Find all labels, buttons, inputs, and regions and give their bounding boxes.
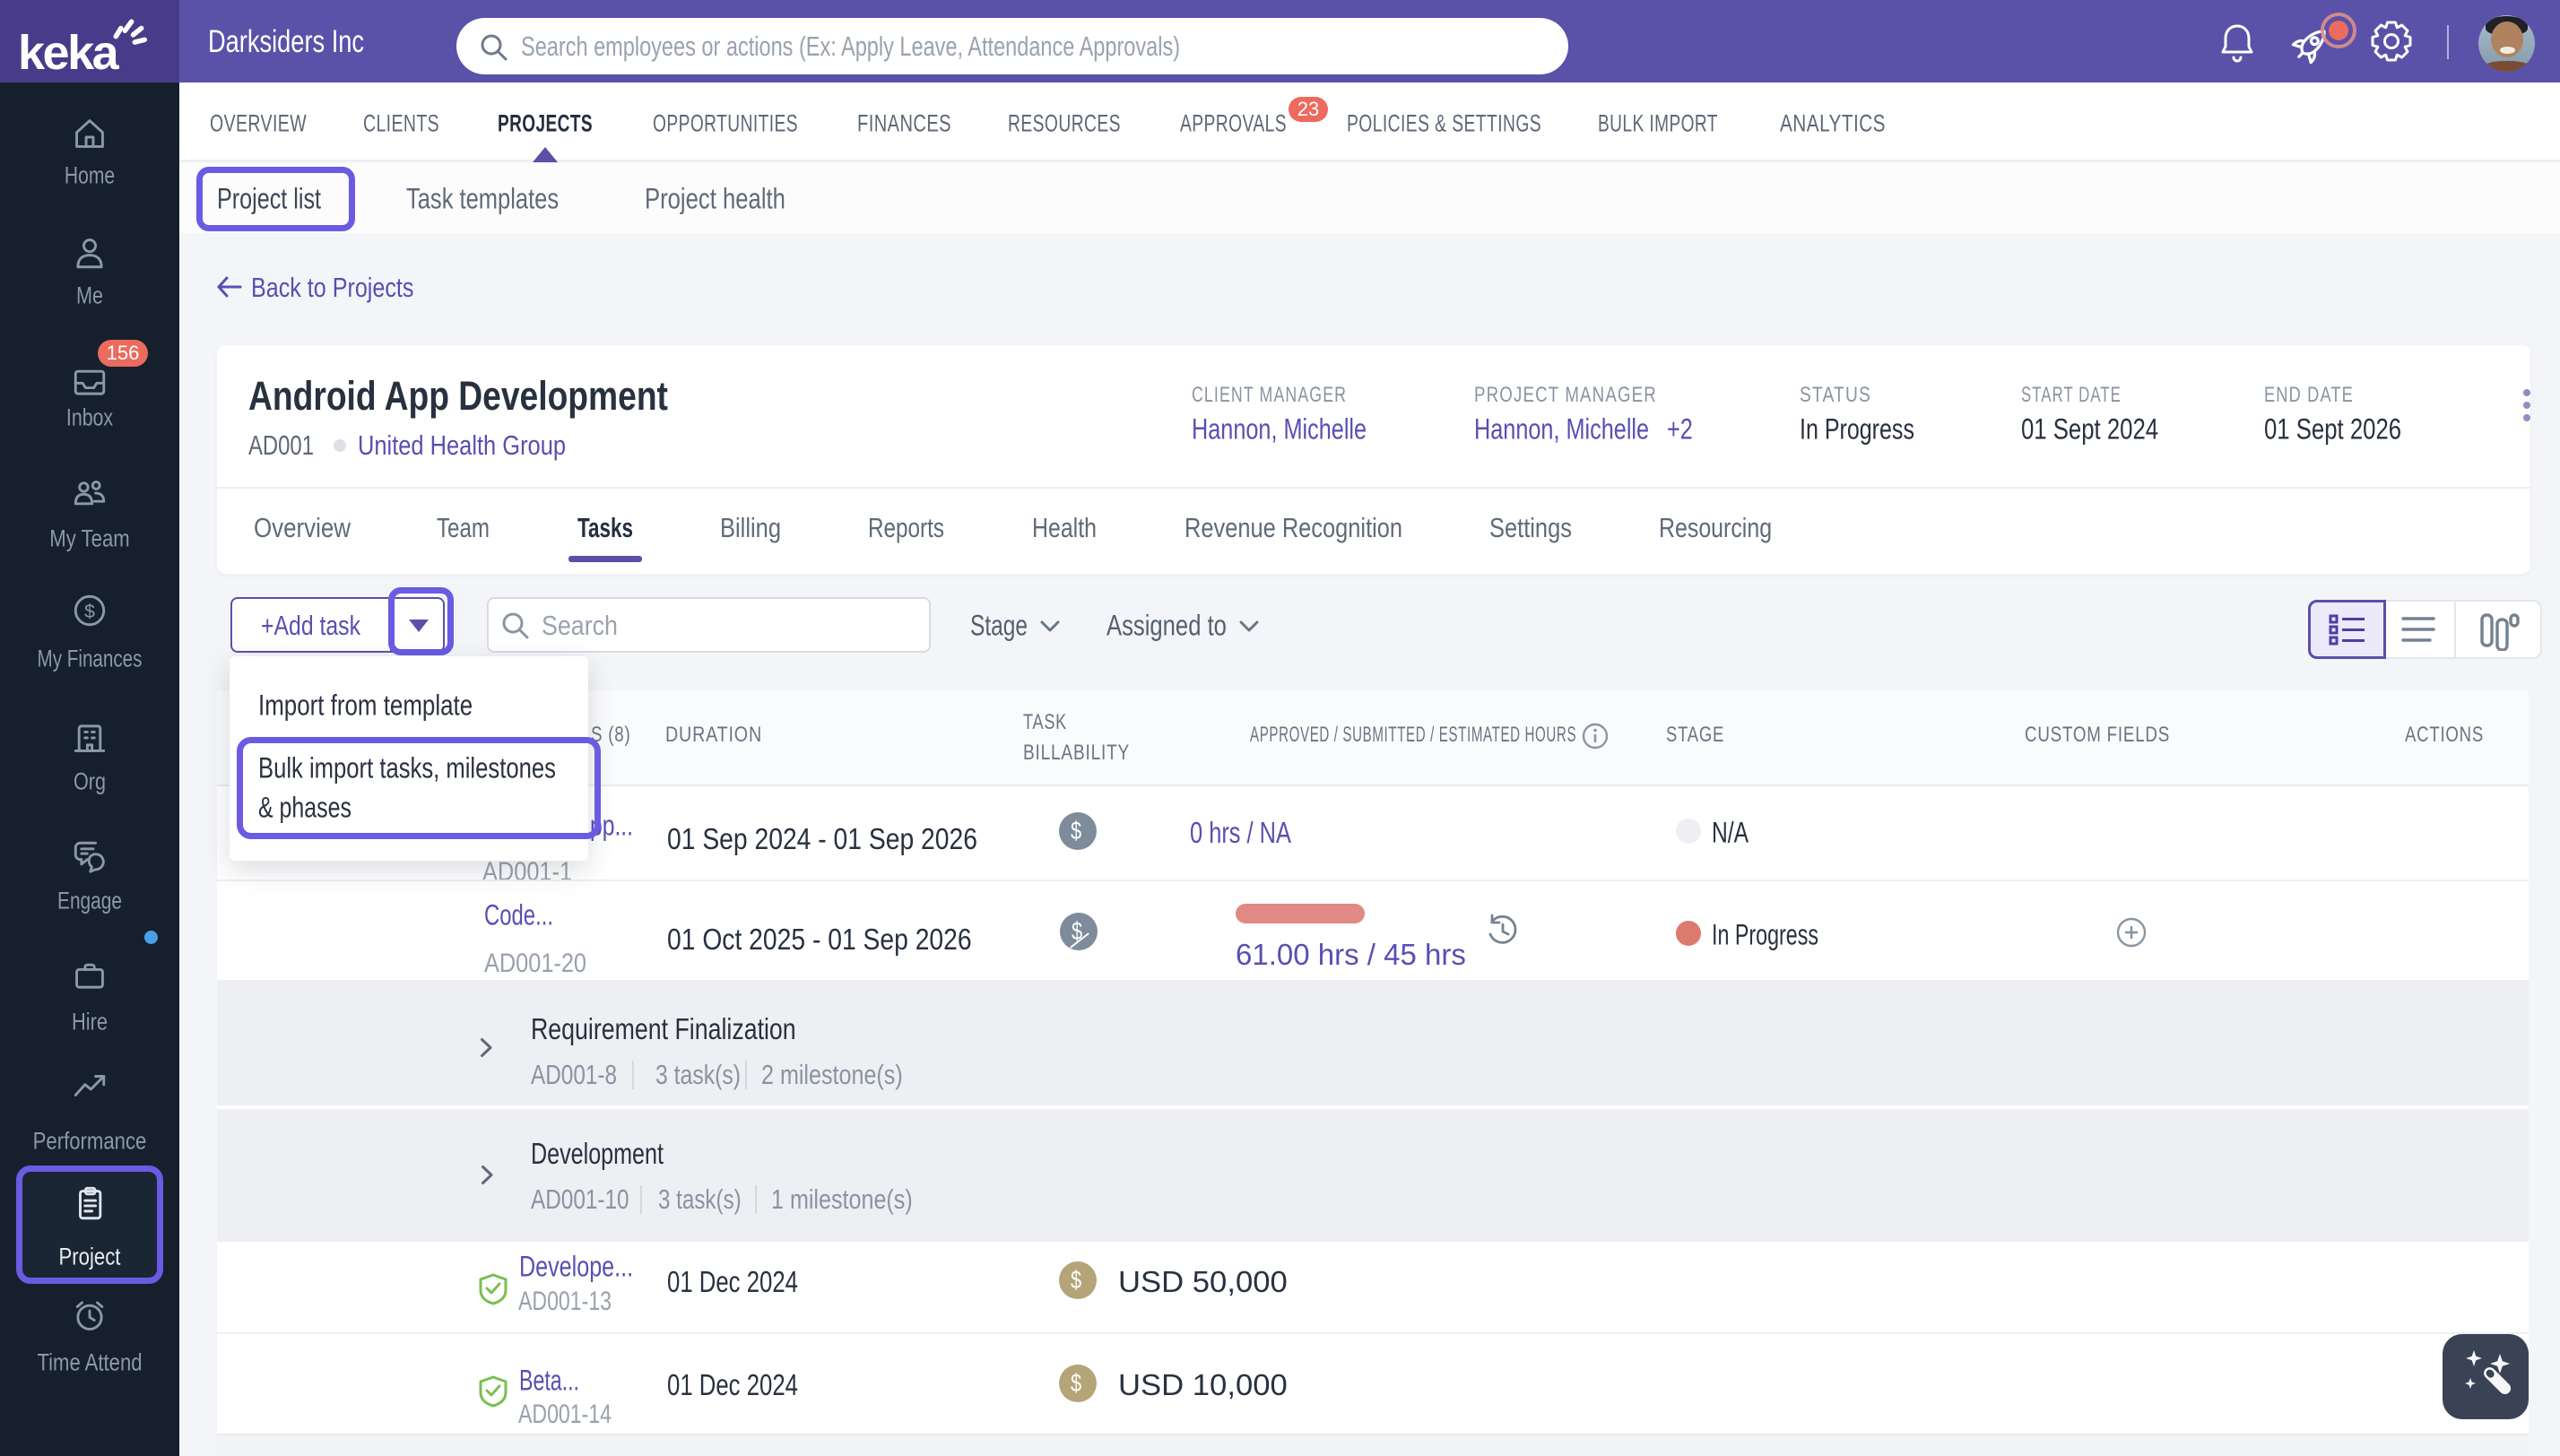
svg-text:$: $ [84,602,95,622]
